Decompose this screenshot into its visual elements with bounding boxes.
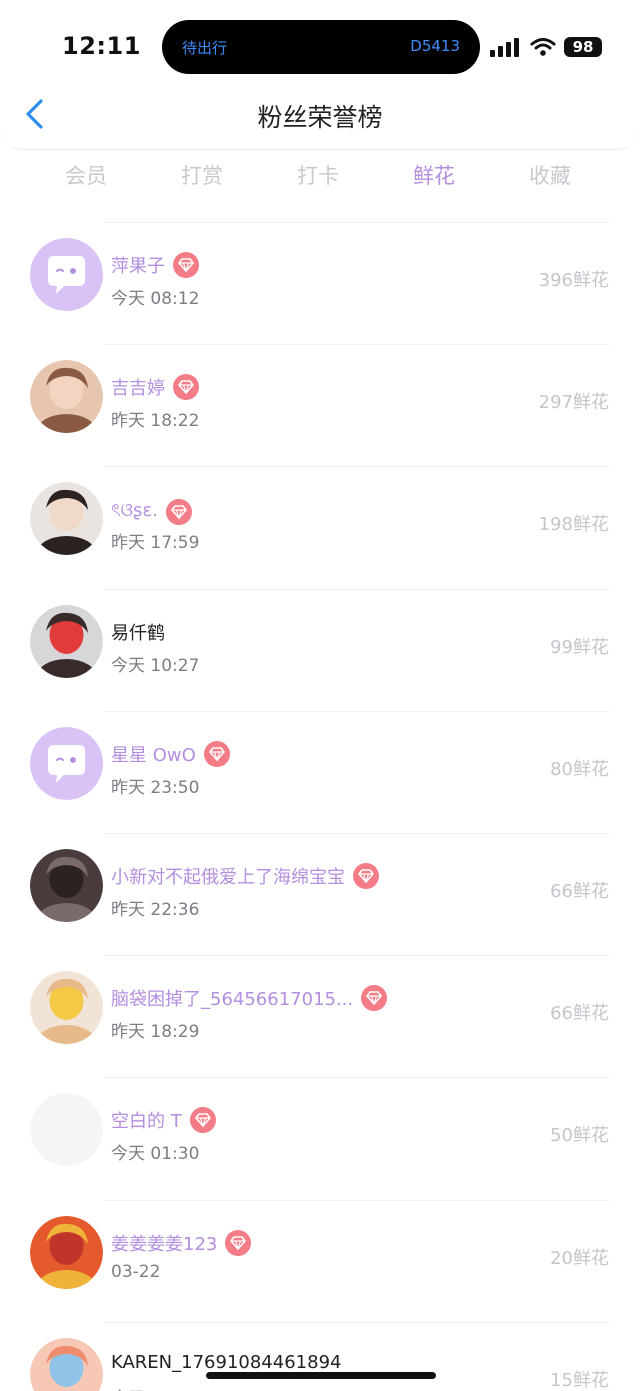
flower-count: 80鲜花	[550, 758, 609, 780]
flower-count: 66鲜花	[550, 1003, 609, 1025]
wifi-icon	[530, 38, 556, 56]
row-divider	[104, 344, 610, 346]
name-line: 空白的 T	[111, 1107, 216, 1134]
diamond-vip-icon	[165, 498, 192, 525]
fan-row[interactable]: KAREN_17691084461894 今天 01:57 15鲜花	[0, 1321, 640, 1391]
page-title: 粉丝荣誉榜	[257, 103, 383, 132]
row-divider	[104, 1321, 610, 1323]
dynamic-island[interactable]: 待出行 D5413	[162, 20, 480, 74]
tab-flowers[interactable]: 鲜花	[413, 160, 455, 190]
fan-time: 今天 08:12	[111, 289, 200, 309]
name-line: ৎଓʂɛ.	[111, 496, 192, 527]
blank-avatar[interactable]	[30, 1093, 103, 1167]
fan-time: 昨天 18:29	[111, 1022, 200, 1043]
fan-time: 昨天 22:36	[111, 900, 200, 920]
fan-name[interactable]: 萍果子	[111, 252, 165, 278]
name-line: 吉吉婷	[111, 374, 199, 401]
tab-checkin[interactable]: 打卡	[297, 160, 339, 190]
island-trip-status: 待出行	[182, 39, 228, 57]
flower-count: 396鲜花	[538, 270, 609, 291]
flower-count: 66鲜花	[550, 881, 609, 902]
fan-honor-page: 粉丝荣誉榜 12:11 待出行 D5413 98 会员 打赏 打卡 鲜花 收藏 …	[0, 0, 640, 1391]
row-divider	[104, 1199, 610, 1201]
status-icons: 98	[490, 36, 602, 58]
fan-time: 昨天 23:50	[111, 777, 200, 798]
photo-avatar[interactable]	[30, 360, 103, 434]
fan-name[interactable]: KAREN_17691084461894	[111, 1352, 341, 1373]
photo-avatar[interactable]	[30, 971, 103, 1045]
name-line: 小新对不起俄爱上了海绵宝宝	[111, 863, 379, 889]
home-indicator	[206, 1372, 436, 1379]
diamond-vip-icon	[361, 985, 388, 1012]
fan-name[interactable]: 姜姜姜姜123	[111, 1230, 217, 1256]
name-line: 脑袋困掉了_56456617015...	[111, 985, 388, 1012]
chat-bubble-avatar[interactable]	[30, 726, 103, 800]
fan-time: 今天 10:27	[111, 655, 200, 676]
flower-count: 50鲜花	[550, 1125, 609, 1147]
fan-row[interactable]: 星星 OwO 昨天 23:50 80鲜花	[0, 710, 640, 833]
island-train-number: D5413	[410, 37, 460, 55]
fan-row[interactable]: 空白的 T 今天 01:30 50鲜花	[0, 1077, 640, 1199]
name-line: 星星 OwO	[111, 740, 230, 767]
row-divider	[104, 833, 610, 834]
flower-count: 297鲜花	[538, 392, 609, 414]
fan-row[interactable]: 姜姜姜姜123 03-22 20鲜花	[0, 1199, 640, 1322]
fan-row[interactable]: 小新对不起俄爱上了海绵宝宝昨天 22:36 66鲜花	[0, 833, 640, 955]
flower-count: 15鲜花	[550, 1369, 609, 1391]
flower-count: 99鲜花	[550, 636, 609, 658]
row-divider	[104, 588, 610, 590]
name-line: 易仟鹤	[111, 619, 165, 645]
fan-name[interactable]: 空白的 T	[111, 1107, 182, 1133]
photo-avatar[interactable]	[30, 604, 103, 678]
diamond-vip-icon	[189, 1107, 216, 1134]
tab-members[interactable]: 会员	[65, 160, 107, 190]
status-time: 12:11	[62, 32, 141, 60]
flower-count: 198鲜花	[538, 514, 609, 536]
fan-name[interactable]: ৎଓʂɛ.	[111, 496, 158, 527]
fan-time: 今天 01:30	[111, 1144, 200, 1165]
fan-row[interactable]: 易仟鹤今天 10:27 99鲜花	[0, 588, 640, 711]
row-divider	[104, 222, 610, 223]
fan-name[interactable]: 星星 OwO	[111, 741, 196, 767]
fan-time: 03-22	[111, 1261, 161, 1282]
diamond-vip-icon	[173, 252, 199, 278]
status-bar: 12:11 待出行 D5413 98	[0, 0, 640, 90]
fan-time: 今天 01:57	[111, 1384, 199, 1391]
photo-avatar[interactable]	[30, 849, 103, 922]
fan-name[interactable]: 吉吉婷	[111, 374, 165, 400]
diamond-vip-icon	[203, 740, 230, 767]
photo-avatar[interactable]	[30, 1215, 103, 1289]
fan-time: 昨天 18:22	[111, 411, 200, 432]
fan-row[interactable]: 脑袋困掉了_56456617015... 昨天 18:29 66鲜花	[0, 955, 640, 1077]
signal-icon	[490, 38, 519, 57]
row-divider	[104, 710, 610, 712]
flower-count: 20鲜花	[550, 1247, 609, 1269]
row-divider	[104, 1077, 610, 1079]
photo-avatar[interactable]	[30, 1337, 103, 1391]
name-line: KAREN_17691084461894	[111, 1352, 341, 1373]
chat-bubble-avatar[interactable]	[30, 238, 103, 311]
tab-bar: 会员 打赏 打卡 鲜花 收藏	[0, 160, 640, 196]
fan-name[interactable]: 易仟鹤	[111, 619, 165, 645]
fan-time: 昨天 17:59	[111, 533, 200, 554]
fan-row[interactable]: ৎଓʂɛ. 昨天 17:59 198鲜花	[0, 466, 640, 588]
diamond-vip-icon	[353, 863, 379, 889]
name-line: 萍果子	[111, 252, 199, 278]
name-line: 姜姜姜姜123	[111, 1229, 252, 1256]
fan-name[interactable]: 小新对不起俄爱上了海绵宝宝	[111, 863, 345, 889]
row-divider	[104, 955, 610, 957]
fan-row[interactable]: 萍果子今天 08:12 396鲜花	[0, 222, 640, 344]
photo-avatar[interactable]	[30, 482, 103, 556]
diamond-vip-icon	[173, 374, 199, 401]
tab-favorites[interactable]: 收藏	[529, 160, 571, 190]
diamond-vip-icon	[225, 1229, 252, 1256]
battery-indicator: 98	[564, 37, 602, 57]
fan-name[interactable]: 脑袋困掉了_56456617015...	[111, 985, 353, 1011]
tab-tips[interactable]: 打赏	[181, 160, 223, 190]
row-divider	[104, 466, 610, 468]
fan-row[interactable]: 吉吉婷昨天 18:22 297鲜花	[0, 344, 640, 466]
